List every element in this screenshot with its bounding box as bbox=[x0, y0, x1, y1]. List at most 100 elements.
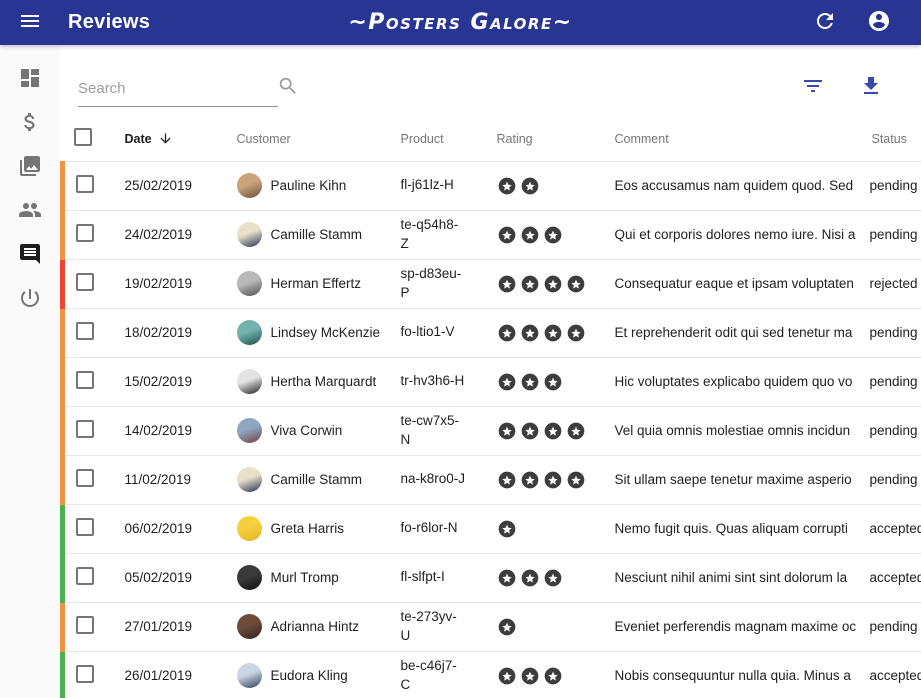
main-content: Date Customer Product Rating Comment Sta… bbox=[60, 45, 921, 698]
sidebar-item-dashboard[interactable] bbox=[12, 67, 48, 92]
row-status: pending bbox=[856, 455, 921, 504]
row-rating bbox=[481, 504, 599, 553]
row-rating bbox=[481, 602, 599, 651]
row-checkbox[interactable] bbox=[76, 616, 94, 634]
row-product: na-k8ro0-J bbox=[385, 455, 481, 504]
star-icon bbox=[520, 470, 540, 490]
table-row[interactable]: 19/02/2019 Herman Effertz sp-d83eu-P Con… bbox=[63, 259, 921, 308]
column-header-rating[interactable]: Rating bbox=[481, 117, 599, 161]
sidebar bbox=[0, 45, 60, 698]
rating-stars bbox=[497, 274, 595, 294]
row-comment: Hic voluptates explicabo quidem quo vo bbox=[599, 357, 856, 406]
row-checkbox[interactable] bbox=[76, 420, 94, 438]
star-icon bbox=[497, 470, 517, 490]
sidebar-item-people[interactable] bbox=[12, 199, 48, 224]
star-icon bbox=[543, 372, 563, 392]
customer-name: Eudora Kling bbox=[271, 668, 348, 683]
customer-avatar bbox=[237, 663, 262, 688]
refresh-button[interactable] bbox=[809, 5, 841, 40]
profile-button[interactable] bbox=[863, 5, 895, 40]
column-header-status[interactable]: Status bbox=[856, 117, 921, 161]
row-customer-cell: Eudora Kling bbox=[221, 651, 385, 698]
row-comment: Nobis consequuntur nulla quia. Minus a bbox=[599, 651, 856, 698]
search-input[interactable] bbox=[78, 80, 277, 97]
table-row[interactable]: 11/02/2019 Camille Stamm na-k8ro0-J Sit … bbox=[63, 455, 921, 504]
row-date: 05/02/2019 bbox=[109, 553, 221, 602]
star-icon bbox=[566, 274, 586, 294]
row-date: 14/02/2019 bbox=[109, 406, 221, 455]
sidebar-item-comment[interactable] bbox=[12, 243, 48, 268]
table-row[interactable]: 26/01/2019 Eudora Kling be-c46j7-C Nobis… bbox=[63, 651, 921, 698]
star-icon bbox=[566, 323, 586, 343]
people-icon bbox=[18, 198, 42, 225]
row-checkbox[interactable] bbox=[76, 567, 94, 585]
table-row[interactable]: 14/02/2019 Viva Corwin te-cw7x5-N Vel qu… bbox=[63, 406, 921, 455]
row-rating bbox=[481, 259, 599, 308]
review-rows: 25/02/2019 Pauline Kihn fl-j61lz-H Eos a… bbox=[63, 161, 921, 698]
table-header-row: Date Customer Product Rating Comment Sta… bbox=[63, 117, 921, 161]
table-row[interactable]: 25/02/2019 Pauline Kihn fl-j61lz-H Eos a… bbox=[63, 161, 921, 210]
star-icon bbox=[520, 225, 540, 245]
row-checkbox[interactable] bbox=[76, 273, 94, 291]
row-checkbox[interactable] bbox=[76, 322, 94, 340]
rating-stars bbox=[497, 519, 595, 539]
table-row[interactable]: 05/02/2019 Murl Tromp fl-slfpt-I Nesciun… bbox=[63, 553, 921, 602]
customer-avatar bbox=[237, 565, 262, 590]
rating-stars bbox=[497, 323, 595, 343]
row-comment: Consequatur eaque et ipsam voluptaten bbox=[599, 259, 856, 308]
row-checkbox[interactable] bbox=[76, 224, 94, 242]
sidebar-item-photo-library[interactable] bbox=[12, 155, 48, 180]
row-checkbox[interactable] bbox=[76, 469, 94, 487]
row-status: accepted bbox=[856, 504, 921, 553]
row-checkbox[interactable] bbox=[76, 175, 94, 193]
row-customer-cell: Camille Stamm bbox=[221, 455, 385, 504]
star-icon bbox=[543, 225, 563, 245]
customer-name: Adrianna Hintz bbox=[271, 619, 360, 634]
star-icon bbox=[497, 176, 517, 196]
table-row[interactable]: 24/02/2019 Camille Stamm te-q54h8-Z Qui … bbox=[63, 210, 921, 259]
filter-button[interactable] bbox=[797, 70, 829, 105]
sidebar-item-dollar[interactable] bbox=[12, 111, 48, 136]
menu-button[interactable] bbox=[14, 5, 46, 40]
toolbar-actions bbox=[797, 70, 887, 107]
account-circle-icon bbox=[867, 9, 891, 36]
star-icon bbox=[543, 568, 563, 588]
column-header-product[interactable]: Product bbox=[385, 117, 481, 161]
column-header-date[interactable]: Date bbox=[109, 117, 221, 161]
export-button[interactable] bbox=[855, 70, 887, 105]
row-date: 19/02/2019 bbox=[109, 259, 221, 308]
table-row[interactable]: 06/02/2019 Greta Harris fo-r6lor-N Nemo … bbox=[63, 504, 921, 553]
row-checkbox[interactable] bbox=[76, 665, 94, 683]
rating-stars bbox=[497, 176, 595, 196]
customer-name: Hertha Marquardt bbox=[271, 374, 377, 389]
column-header-customer[interactable]: Customer bbox=[221, 117, 385, 161]
row-product: te-q54h8-Z bbox=[385, 210, 481, 259]
table-row[interactable]: 27/01/2019 Adrianna Hintz te-273yv-U Eve… bbox=[63, 602, 921, 651]
header-select-cell bbox=[63, 117, 109, 161]
row-status: pending bbox=[856, 308, 921, 357]
row-date: 25/02/2019 bbox=[109, 161, 221, 210]
download-icon bbox=[859, 74, 883, 101]
row-date: 27/01/2019 bbox=[109, 602, 221, 651]
row-checkbox[interactable] bbox=[76, 371, 94, 389]
row-customer-cell: Camille Stamm bbox=[221, 210, 385, 259]
column-header-comment[interactable]: Comment bbox=[599, 117, 856, 161]
row-product: sp-d83eu-P bbox=[385, 259, 481, 308]
star-icon bbox=[543, 666, 563, 686]
row-select-cell bbox=[63, 161, 109, 210]
rating-stars bbox=[497, 617, 595, 637]
row-customer-cell: Murl Tromp bbox=[221, 553, 385, 602]
row-checkbox[interactable] bbox=[76, 518, 94, 536]
select-all-checkbox[interactable] bbox=[74, 128, 92, 146]
row-rating bbox=[481, 161, 599, 210]
row-rating bbox=[481, 308, 599, 357]
row-select-cell bbox=[63, 406, 109, 455]
star-icon bbox=[520, 568, 540, 588]
table-row[interactable]: 18/02/2019 Lindsey McKenzie fo-ltio1-V E… bbox=[63, 308, 921, 357]
menu-icon bbox=[18, 9, 42, 36]
rating-stars bbox=[497, 666, 595, 686]
sidebar-item-power[interactable] bbox=[12, 287, 48, 312]
table-row[interactable]: 15/02/2019 Hertha Marquardt tr-hv3h6-H H… bbox=[63, 357, 921, 406]
star-icon bbox=[566, 470, 586, 490]
row-product: fo-r6lor-N bbox=[385, 504, 481, 553]
